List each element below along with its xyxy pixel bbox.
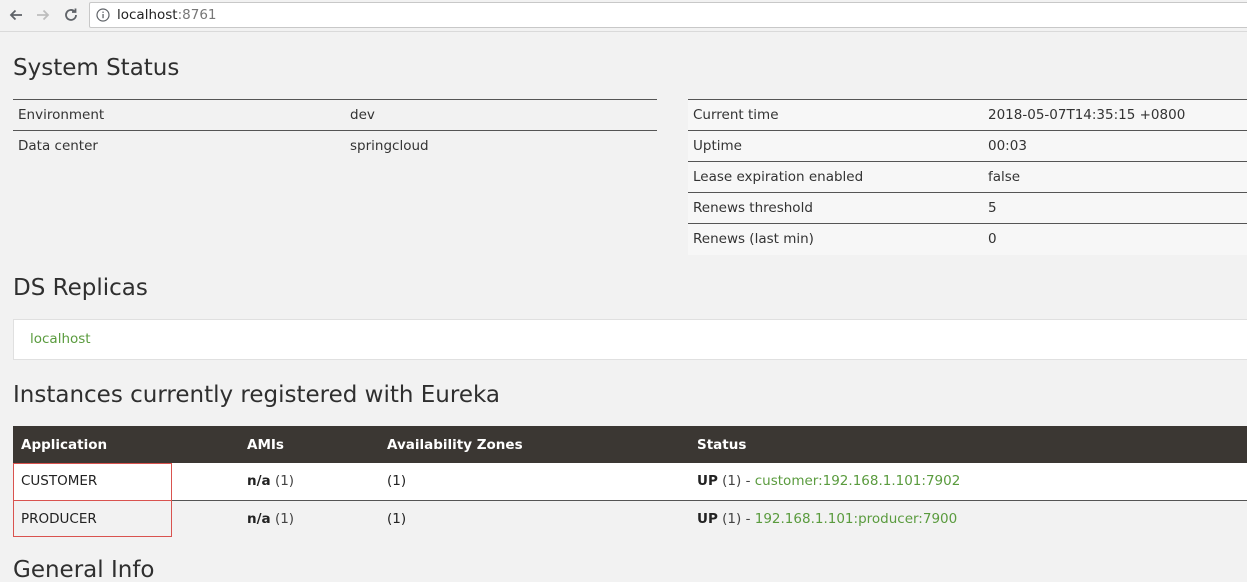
table-row: Lease expiration enabled false [688, 161, 1247, 193]
status-value: springcloud [350, 138, 429, 155]
amis-cell: n/a (1) [239, 500, 379, 537]
table-row: PRODUCER n/a (1) (1) UP (1) - 192.168.1.… [13, 500, 1247, 537]
instances-table: Application AMIs Availability Zones Stat… [13, 426, 1247, 537]
ami-value: n/a [247, 473, 271, 490]
back-button[interactable] [5, 4, 27, 26]
browser-toolbar: localhost:8761 [0, 0, 1247, 32]
status-key: Current time [688, 99, 983, 131]
zones-cell: (1) [379, 500, 689, 537]
ami-count: (1) [274, 510, 295, 527]
application-name: CUSTOMER [13, 463, 239, 501]
status-cell: UP (1) - customer:192.168.1.101:7902 [689, 463, 1247, 501]
url-host: localhost [117, 7, 178, 23]
status-value: dev [345, 99, 657, 131]
amis-cell: n/a (1) [239, 463, 379, 501]
status-count: (1) - [722, 473, 751, 490]
ami-value: n/a [247, 510, 271, 527]
status-up: UP [697, 473, 718, 490]
column-header-amis: AMIs [239, 426, 379, 463]
address-bar[interactable]: localhost:8761 [89, 2, 1247, 28]
column-header-status: Status [689, 426, 1247, 463]
application-name: PRODUCER [13, 500, 239, 537]
highlight-divider [13, 500, 172, 501]
column-header-availability-zones: Availability Zones [379, 426, 689, 463]
status-value: 5 [983, 192, 1247, 224]
status-value: 0 [983, 223, 1247, 255]
table-row: Renews threshold 5 [688, 192, 1247, 224]
table-header-row: Application AMIs Availability Zones Stat… [13, 426, 1247, 463]
url-text[interactable]: localhost:8761 [117, 3, 217, 27]
general-info-heading: General Info [13, 557, 155, 582]
table-row: Renews (last min) 0 [688, 223, 1247, 255]
ami-count: (1) [274, 473, 295, 490]
status-up: UP [697, 510, 718, 527]
zones-cell: (1) [379, 463, 689, 501]
reload-button[interactable] [60, 4, 82, 26]
column-header-application: Application [13, 426, 239, 463]
forward-button[interactable] [32, 4, 54, 26]
status-key: Renews threshold [688, 192, 983, 224]
url-port: :8761 [177, 7, 217, 23]
arrow-right-icon [37, 9, 50, 21]
table-row: CUSTOMER n/a (1) (1) UP (1) - customer:1… [13, 463, 1247, 501]
ds-replicas-heading: DS Replicas [13, 275, 148, 301]
status-value: 2018-05-07T14:35:15 +0800 [983, 99, 1247, 131]
instance-link[interactable]: customer:192.168.1.101:7902 [755, 473, 961, 489]
replicas-list: localhost [13, 319, 1247, 360]
status-value: false [983, 161, 1247, 193]
status-value: 00:03 [983, 130, 1247, 162]
table-row: Environment dev [13, 99, 657, 131]
system-status-left-table: Environment dev Data center springcloud [13, 99, 657, 162]
status-key: Uptime [688, 130, 983, 162]
status-key: Data center [18, 138, 98, 155]
table-row: Uptime 00:03 [688, 130, 1247, 162]
replica-link-localhost[interactable]: localhost [30, 331, 91, 347]
status-key: Lease expiration enabled [688, 161, 983, 193]
status-key: Renews (last min) [688, 223, 983, 255]
system-status-right-table: Current time 2018-05-07T14:35:15 +0800 U… [688, 99, 1247, 255]
table-row: Data center springcloud [13, 131, 657, 162]
table-row: Current time 2018-05-07T14:35:15 +0800 [688, 99, 1247, 131]
instance-link[interactable]: 192.168.1.101:producer:7900 [755, 511, 957, 527]
status-key: Environment [13, 99, 345, 131]
reload-icon [65, 8, 77, 21]
status-count: (1) - [722, 510, 751, 527]
info-icon[interactable] [96, 8, 110, 22]
status-cell: UP (1) - 192.168.1.101:producer:7900 [689, 500, 1247, 537]
arrow-left-icon [9, 9, 22, 21]
instances-heading: Instances currently registered with Eure… [13, 382, 500, 408]
system-status-heading: System Status [13, 55, 180, 81]
